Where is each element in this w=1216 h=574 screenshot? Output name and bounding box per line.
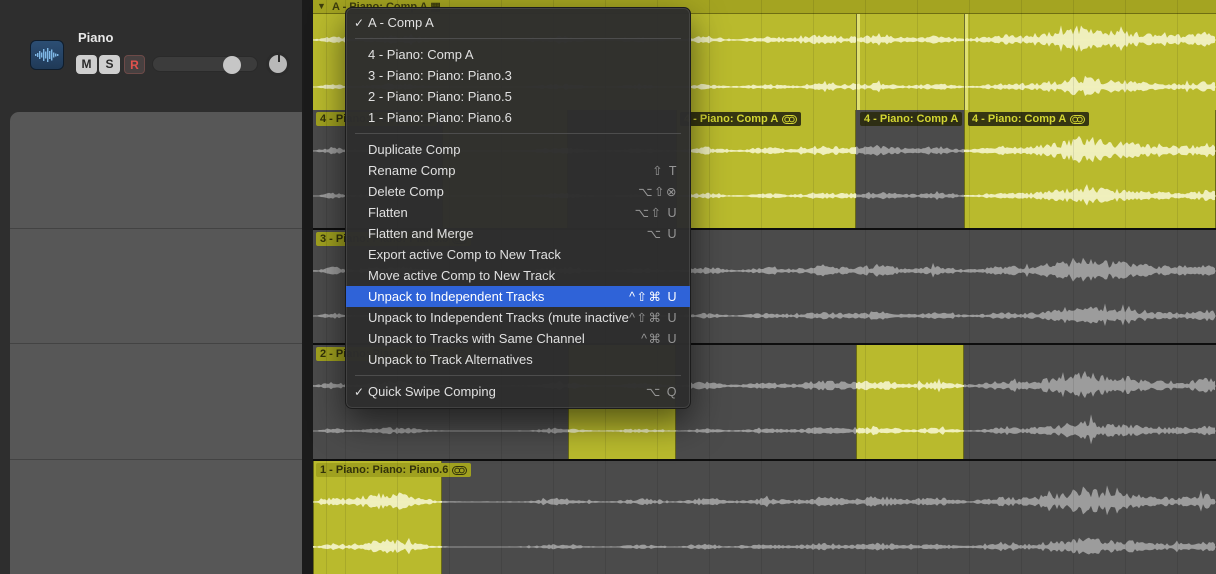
menu-item-quick-swipe-comping[interactable]: ✓Quick Swipe Comping⌥ Q — [346, 381, 690, 402]
menu-item-label: 4 - Piano: Comp A — [368, 47, 678, 62]
comp-section-boundary — [856, 14, 860, 110]
track-name: Piano — [78, 30, 113, 45]
checkmark-icon: ✓ — [354, 16, 368, 30]
waveform — [313, 461, 1216, 574]
menu-item-unpack-to-independent-tracks[interactable]: Unpack to Independent Tracks^⇧⌘ U — [346, 286, 690, 307]
menu-item-label: Flatten and Merge — [368, 226, 647, 241]
menu-item-shortcut: ^⇧⌘ U — [629, 310, 678, 325]
menu-item-unpack-to-track-alternatives[interactable]: Unpack to Track Alternatives — [346, 349, 690, 370]
menu-item-shortcut: ⌥⇧⊗ — [638, 184, 678, 199]
pan-knob[interactable] — [266, 52, 290, 76]
menu-item-move-active-comp-to-new-track[interactable]: Move active Comp to New Track — [346, 265, 690, 286]
menu-separator — [355, 375, 681, 376]
menu-item-flatten[interactable]: Flatten⌥⇧ U — [346, 202, 690, 223]
lane-divider — [10, 459, 302, 460]
menu-item-label: Move active Comp to New Track — [368, 268, 678, 283]
pan-knob-pointer — [278, 55, 280, 62]
comp-menu: ✓A - Comp A4 - Piano: Comp A3 - Piano: P… — [345, 7, 691, 409]
menu-item-unpack-to-independent-tracks-mute-inactive[interactable]: Unpack to Independent Tracks (mute inact… — [346, 307, 690, 328]
region-name-chip: 4 - Piano: Comp A — [680, 112, 801, 126]
menu-item-flatten-and-merge[interactable]: Flatten and Merge⌥ U — [346, 223, 690, 244]
mute-button[interactable]: M — [76, 55, 97, 74]
menu-item-label: Export active Comp to New Track — [368, 247, 678, 262]
menu-item-1-piano-piano-piano-6[interactable]: 1 - Piano: Piano: Piano.6 — [346, 107, 690, 128]
menu-item-2-piano-piano-piano-5[interactable]: 2 - Piano: Piano: Piano.5 — [346, 86, 690, 107]
menu-item-label: Rename Comp — [368, 163, 652, 178]
menu-item-label: A - Comp A — [368, 15, 678, 30]
menu-item-delete-comp[interactable]: Delete Comp⌥⇧⊗ — [346, 181, 690, 202]
volume-slider-knob[interactable] — [223, 56, 241, 74]
comp-section-boundary — [964, 14, 968, 110]
stereo-icon — [782, 115, 797, 124]
menu-item-shortcut: ⌥ U — [647, 226, 678, 241]
menu-item-4-piano-comp-a[interactable]: 4 - Piano: Comp A — [346, 44, 690, 65]
panel-track-gap — [302, 0, 313, 574]
menu-item-shortcut: ⌥ Q — [646, 384, 678, 399]
menu-item-label: Quick Swipe Comping — [368, 384, 646, 399]
menu-item-label: 1 - Piano: Piano: Piano.6 — [368, 110, 678, 125]
lane-divider — [10, 343, 302, 344]
record-enable-button[interactable]: R — [124, 55, 145, 74]
menu-item-unpack-to-tracks-with-same-channel[interactable]: Unpack to Tracks with Same Channel^⌘ U — [346, 328, 690, 349]
menu-item-label: Flatten — [368, 205, 635, 220]
menu-item-label: Duplicate Comp — [368, 142, 678, 157]
region-name: 4 - Piano: Comp A — [864, 112, 958, 126]
region-name-chip: 4 - Piano: Comp A — [968, 112, 1089, 126]
menu-item-shortcut: ^⇧⌘ U — [629, 289, 678, 304]
menu-item-label: 2 - Piano: Piano: Piano.5 — [368, 89, 678, 104]
region-name: 4 - Piano: Comp A — [684, 112, 778, 126]
checkmark-icon: ✓ — [354, 385, 368, 399]
menu-item-label: Unpack to Independent Tracks — [368, 289, 629, 304]
solo-button[interactable]: S — [99, 55, 120, 74]
stereo-icon — [1070, 115, 1085, 124]
disclosure-triangle-icon[interactable]: ▼ — [317, 1, 326, 11]
menu-item-label: Unpack to Tracks with Same Channel — [368, 331, 641, 346]
menu-item-label: Delete Comp — [368, 184, 638, 199]
region-name: 1 - Piano: Piano: Piano.6 — [320, 463, 448, 477]
menu-item-shortcut: ^⌘ U — [641, 331, 678, 346]
menu-separator — [355, 38, 681, 39]
take-lane-1: 1 - Piano: Piano: Piano.6 — [313, 459, 1216, 574]
region-name-chip: 1 - Piano: Piano: Piano.6 — [316, 463, 471, 477]
region-name-chip: 4 - Piano: Comp A — [860, 112, 962, 126]
menu-item-rename-comp[interactable]: Rename Comp⇧ T — [346, 160, 690, 181]
menu-item-shortcut: ⌥⇧ U — [635, 205, 678, 220]
track-lane-header-area — [10, 112, 302, 574]
lane-divider — [10, 228, 302, 229]
stereo-icon — [452, 466, 467, 475]
region-name: 4 - Piano: Comp A — [972, 112, 1066, 126]
menu-item-label: Unpack to Track Alternatives — [368, 352, 678, 367]
menu-item-shortcut: ⇧ T — [652, 163, 678, 178]
logic-pro-window: Piano M S R ▼ A - Piano: Comp A ▦ 4 - Pi… — [0, 0, 1216, 574]
menu-item-label: Unpack to Independent Tracks (mute inact… — [368, 310, 629, 325]
waveform-icon — [35, 47, 59, 63]
menu-item-3-piano-piano-piano-3[interactable]: 3 - Piano: Piano: Piano.3 — [346, 65, 690, 86]
volume-slider[interactable] — [152, 56, 258, 72]
menu-item-export-active-comp-to-new-track[interactable]: Export active Comp to New Track — [346, 244, 690, 265]
menu-item-duplicate-comp[interactable]: Duplicate Comp — [346, 139, 690, 160]
track-header-panel: Piano M S R — [0, 0, 313, 574]
menu-separator — [355, 133, 681, 134]
audio-track-icon[interactable] — [30, 40, 64, 70]
menu-item-a-comp-a[interactable]: ✓A - Comp A — [346, 12, 690, 33]
menu-item-label: 3 - Piano: Piano: Piano.3 — [368, 68, 678, 83]
